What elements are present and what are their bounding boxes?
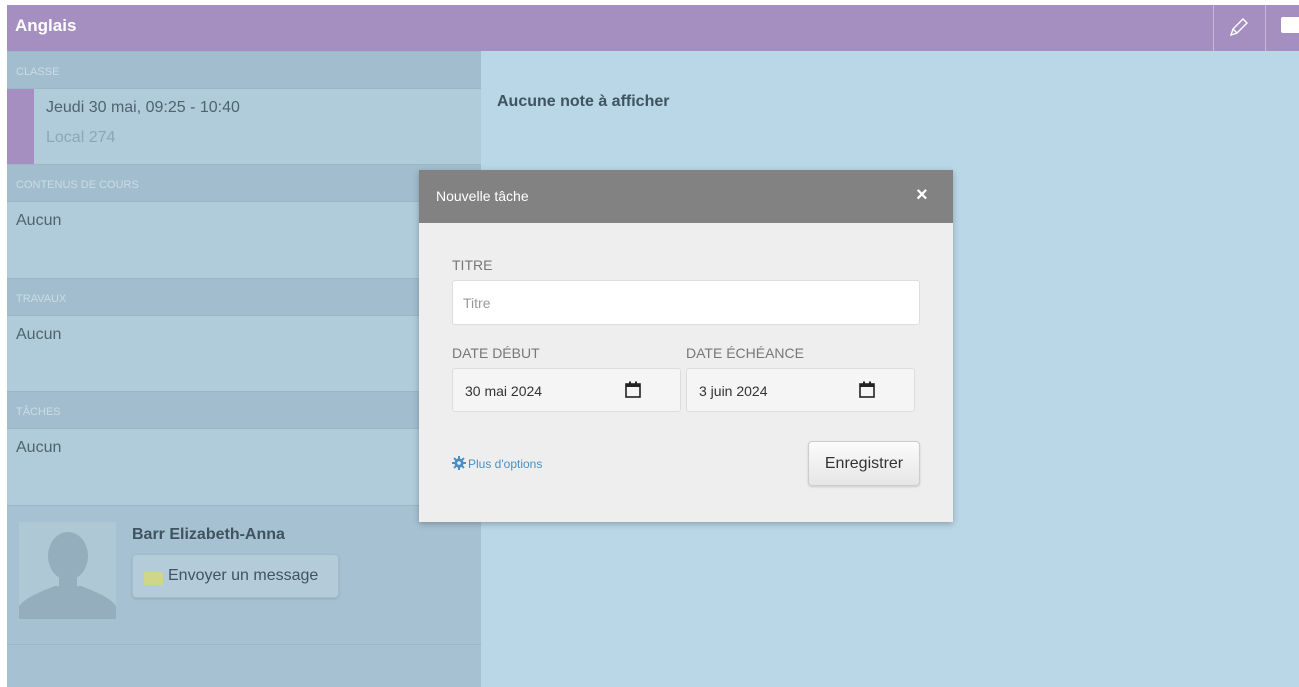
top-bar: Anglais [7,5,1299,51]
more-options-label: Plus d'options [468,457,543,471]
work-value: Aucun [16,326,62,343]
save-button[interactable]: Enregistrer [808,441,920,486]
folder-icon[interactable] [1281,17,1299,33]
send-message-button[interactable]: Envoyer un message [132,554,339,598]
class-time: Jeudi 30 mai, 09:25 - 10:40 [46,99,240,116]
content-body: Aucun [7,202,481,278]
gear-icon [452,456,466,470]
due-date-field[interactable]: 3 juin 2024 [686,368,915,412]
section-header-class: CLASSE [7,51,481,89]
dialog-header: Nouvelle tâche × [419,170,953,223]
dialog-title: Nouvelle tâche [436,188,529,204]
close-icon[interactable]: × [916,184,928,207]
title-label: TITRE [452,257,493,273]
avatar [19,522,116,619]
tasks-value: Aucun [16,439,62,456]
calendar-icon[interactable] [625,381,641,398]
start-date-label: DATE DÉBUT [452,345,540,361]
teacher-card: Barr Elizabeth-Anna Envoyer un message [7,505,481,645]
page-title: Anglais [15,16,77,35]
envelope-icon [144,572,163,585]
content-value: Aucun [16,212,62,229]
more-options-link[interactable]: Plus d'options [452,456,542,471]
new-task-dialog: Nouvelle tâche × TITRE DATE DÉBUT 30 mai… [419,170,953,522]
class-details: Jeudi 30 mai, 09:25 - 10:40 Local 274 [7,89,481,164]
class-color-marker [7,89,34,164]
work-body: Aucun [7,316,481,392]
divider [1213,5,1214,51]
class-room: Local 274 [46,129,116,146]
due-date-value: 3 juin 2024 [699,383,768,399]
teacher-name: Barr Elizabeth-Anna [132,526,285,543]
divider [1265,5,1266,51]
due-date-label: DATE ÉCHÉANCE [686,345,804,361]
app-window: Anglais CLASSE Jeudi 30 mai, 09:25 - 10:… [7,5,1299,687]
section-header-work: TRAVAUX [7,278,481,316]
section-header-tasks: TÂCHES [7,391,481,429]
send-message-label: Envoyer un message [168,567,319,584]
start-date-field[interactable]: 30 mai 2024 [452,368,681,412]
empty-notes-message: Aucune note à afficher [497,93,670,110]
tasks-body: Aucun [7,429,481,505]
person-silhouette-icon [19,532,116,619]
course-sidebar: CLASSE Jeudi 30 mai, 09:25 - 10:40 Local… [7,51,481,687]
calendar-icon[interactable] [859,381,875,398]
start-date-value: 30 mai 2024 [465,383,543,399]
section-header-content: CONTENUS DE COURS [7,164,481,202]
pencil-icon[interactable] [1227,15,1251,39]
title-input[interactable] [452,280,920,325]
